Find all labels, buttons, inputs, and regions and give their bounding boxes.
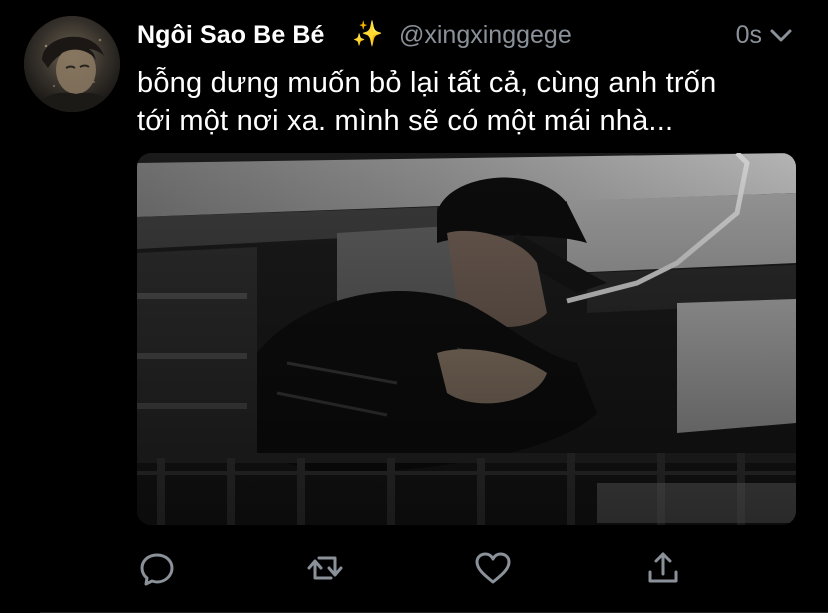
tweet-photo[interactable] xyxy=(137,153,796,525)
tweet-text: bỗng dưng muốn bỏ lại tất cả, cùng anh t… xyxy=(137,64,807,140)
timestamp[interactable]: 0s xyxy=(736,21,762,50)
reply-icon[interactable] xyxy=(137,548,177,588)
display-name[interactable]: Ngôi Sao Be Bé xyxy=(137,21,325,50)
share-icon[interactable] xyxy=(643,548,683,588)
chevron-down-icon[interactable] xyxy=(768,22,794,48)
tweet-text-line: tới một nơi xa. mình sẽ có một mái nhà..… xyxy=(137,105,674,137)
avatar[interactable] xyxy=(24,16,120,112)
tweet-text-line: bỗng dưng muốn bỏ lại tất cả, cùng anh t… xyxy=(137,67,717,99)
tweet-actions xyxy=(137,548,697,588)
heart-icon[interactable] xyxy=(473,548,513,588)
sparkles-icon: ✨ xyxy=(352,20,384,48)
photo-icon xyxy=(137,153,796,525)
user-handle[interactable]: @xingxinggege xyxy=(399,21,572,50)
retweet-icon[interactable] xyxy=(305,548,345,588)
tweet-header: Ngôi Sao Be Bé ✨ @xingxinggege 0s xyxy=(137,18,798,52)
tweet-card[interactable]: Ngôi Sao Be Bé ✨ @xingxinggege 0s bỗng d… xyxy=(0,0,828,613)
